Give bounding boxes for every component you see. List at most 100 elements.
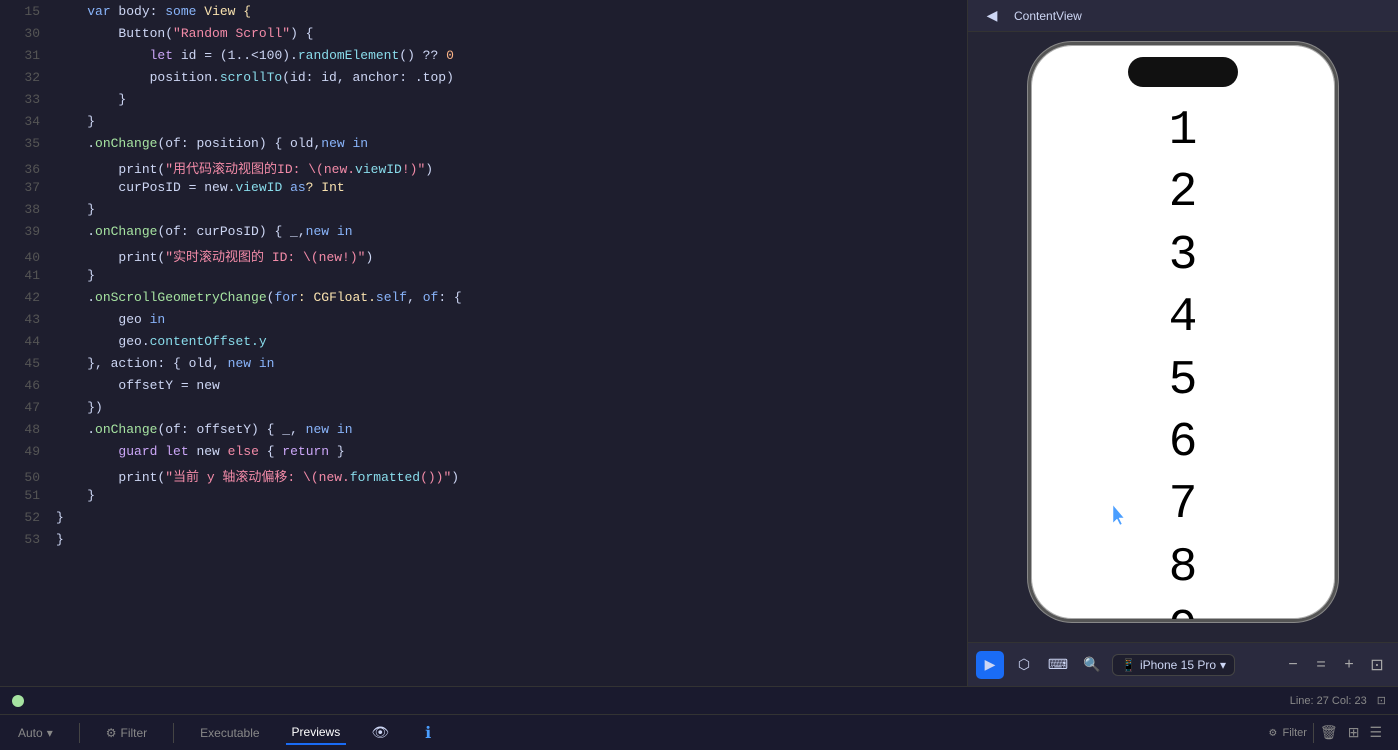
inspector-button[interactable]: 🔍 (1078, 651, 1106, 679)
line-content: }, action: { old, new in (56, 356, 274, 371)
tab-auto[interactable]: Auto ▾ (12, 722, 59, 744)
code-line: 35 .onChange(of: position) { old,new in (0, 136, 967, 158)
dynamic-island (1128, 57, 1238, 87)
line-number: 42 (8, 290, 40, 305)
code-lines: 15 var body: some View {30 Button("Rando… (0, 0, 967, 558)
device-icon: 📱 (1121, 658, 1136, 672)
preview-panel: ◀ ContentView 12345678910 (968, 0, 1398, 686)
code-line: 30 Button("Random Scroll") { (0, 26, 967, 48)
filter-icon-left: ⚙ (106, 726, 117, 740)
line-content: position.scrollTo(id: id, anchor: .top) (56, 70, 454, 85)
line-number: 48 (8, 422, 40, 437)
tab-previews[interactable]: Previews (286, 721, 347, 745)
scroll-number-item: 1 (1031, 100, 1335, 162)
code-line: 41 } (0, 268, 967, 290)
device-selector[interactable]: 📱 iPhone 15 Pro ▾ (1112, 654, 1235, 676)
code-line: 46 offsetY = new (0, 378, 967, 400)
line-number: 43 (8, 312, 40, 327)
line-content: } (56, 510, 64, 525)
line-number: 32 (8, 70, 40, 85)
tab-separator-1 (79, 723, 80, 743)
play-button[interactable]: ▶ (976, 651, 1004, 679)
trash-button[interactable]: 🗑 (1320, 724, 1338, 741)
code-line: 49 guard let new else { return } (0, 444, 967, 466)
bottom-device-toolbar: ▶ ⬡ ⌨ 🔍 📱 iPhone 15 Pro ▾ − = + ⊡ (968, 642, 1398, 686)
code-line: 36 print("用代码滚动视图的ID: \(new.viewID!)") (0, 158, 967, 180)
grid-view-button[interactable]: ⊞ (1344, 722, 1364, 743)
tab-filter-left[interactable]: ⚙ Filter (100, 722, 153, 744)
line-content: print("用代码滚动视图的ID: \(new.viewID!)") (56, 158, 433, 177)
bottom-tabs: Auto ▾ ⚙ Filter Executable Previews 👁 ℹ … (0, 714, 1398, 750)
line-number: 41 (8, 268, 40, 283)
zoom-in-button[interactable]: + (1336, 652, 1362, 678)
line-number: 36 (8, 162, 40, 177)
code-line: 31 let id = (1..<100).randomElement() ??… (0, 48, 967, 70)
code-line: 44 geo.contentOffset.y (0, 334, 967, 356)
code-line: 45 }, action: { old, new in (0, 356, 967, 378)
line-content: Button("Random Scroll") { (56, 26, 313, 41)
keyboard-button[interactable]: ⌨ (1044, 651, 1072, 679)
view-toggle: ⊞ ☰ (1344, 722, 1386, 743)
line-number: 51 (8, 488, 40, 503)
tab-filter-right: ⚙ Filter 🗑 ⊞ ☰ (1269, 722, 1386, 743)
device-name-label: iPhone 15 Pro (1140, 658, 1216, 672)
line-number: 45 (8, 356, 40, 371)
zoom-fit-button[interactable]: ⊡ (1364, 652, 1390, 678)
line-content: .onChange(of: offsetY) { _, new in (56, 422, 353, 437)
code-line: 52} (0, 510, 967, 532)
scroll-number-item: 4 (1031, 287, 1335, 349)
line-number: 38 (8, 202, 40, 217)
chevron-down-icon: ▾ (1220, 658, 1226, 672)
line-number: 49 (8, 444, 40, 459)
scroll-number-item: 5 (1031, 350, 1335, 412)
tab-executable[interactable]: Executable (194, 722, 265, 744)
code-line: 53} (0, 532, 967, 554)
line-content: geo.contentOffset.y (56, 334, 267, 349)
line-content: offsetY = new (56, 378, 220, 393)
zoom-out-button[interactable]: − (1280, 652, 1306, 678)
tab-auto-label: Auto (18, 726, 43, 740)
line-number: 50 (8, 470, 40, 485)
tab-previews-label: Previews (292, 725, 341, 739)
eye-toggle-button[interactable]: 👁 (366, 719, 394, 747)
preview-content-view-label: ContentView (1014, 9, 1082, 23)
resize-handle: ⊡ (1377, 694, 1386, 707)
code-line: 37 curPosID = new.viewID as? Int (0, 180, 967, 202)
code-line: 32 position.scrollTo(id: id, anchor: .to… (0, 70, 967, 92)
main-area: 15 var body: some View {30 Button("Rando… (0, 0, 1398, 686)
code-line: 43 geo in (0, 312, 967, 334)
zoom-reset-button[interactable]: = (1308, 652, 1334, 678)
line-number: 31 (8, 48, 40, 63)
preview-back-button[interactable]: ◀ (978, 2, 1006, 30)
line-number: 35 (8, 136, 40, 151)
info-button[interactable]: ℹ (414, 719, 442, 747)
scroll-number-item: 8 (1031, 537, 1335, 599)
line-number: 15 (8, 4, 40, 19)
line-content: .onScrollGeometryChange(for: CGFloat.sel… (56, 290, 462, 305)
iphone-scroll-content: 12345678910 (1031, 45, 1335, 619)
list-view-button[interactable]: ☰ (1365, 722, 1386, 743)
line-number: 53 (8, 532, 40, 547)
line-content: } (56, 268, 95, 283)
line-content: curPosID = new.viewID as? Int (56, 180, 345, 195)
line-number: 30 (8, 26, 40, 41)
line-content: } (56, 92, 126, 107)
tab-executable-label: Executable (200, 726, 259, 740)
zoom-controls: − = + ⊡ (1280, 652, 1390, 678)
line-number: 44 (8, 334, 40, 349)
preview-toolbar: ◀ ContentView (968, 0, 1398, 32)
tab-separator-2 (173, 723, 174, 743)
scroll-number-item: 7 (1031, 474, 1335, 536)
inspect-button[interactable]: ⬡ (1010, 651, 1038, 679)
preview-device-container: 12345678910 (968, 32, 1398, 642)
line-content: geo in (56, 312, 165, 327)
line-content: print("实时滚动视图的 ID: \(new!)") (56, 246, 373, 265)
code-line: 40 print("实时滚动视图的 ID: \(new!)") (0, 246, 967, 268)
line-number: 34 (8, 114, 40, 129)
line-number: 37 (8, 180, 40, 195)
status-dot (12, 695, 24, 707)
line-content: } (56, 114, 95, 129)
code-editor: 15 var body: some View {30 Button("Rando… (0, 0, 968, 686)
line-number: 33 (8, 92, 40, 107)
scroll-number-item: 9 (1031, 599, 1335, 622)
